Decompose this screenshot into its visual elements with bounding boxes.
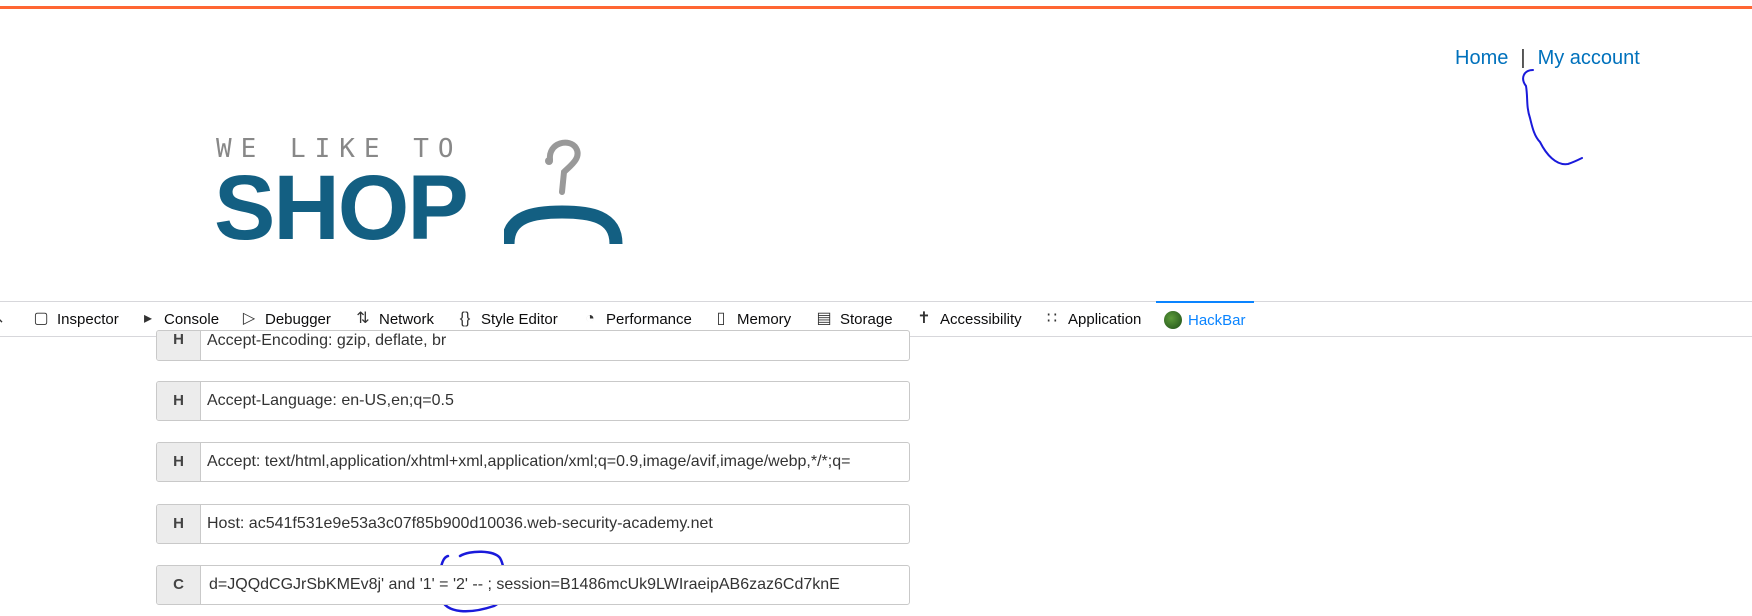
hanger-icon bbox=[504, 139, 623, 245]
header-type-badge: H bbox=[157, 443, 201, 481]
storage-icon: ▤ bbox=[816, 310, 832, 327]
shop-logo[interactable]: WE LIKE TO SHOP bbox=[214, 134, 664, 254]
top-nav: Home | My account bbox=[1455, 47, 1640, 70]
header-value-input[interactable]: Host: ac541f531e9e53a3c07f85b900d10036.w… bbox=[207, 505, 909, 543]
application-icon: ∷ bbox=[1046, 310, 1058, 327]
header-type-badge: H bbox=[157, 505, 201, 543]
header-value-input[interactable]: Accept-Language: en-US,en;q=0.5 bbox=[207, 382, 909, 420]
tab-application[interactable]: ∷ Application bbox=[1042, 302, 1141, 336]
network-icon: ⇅ bbox=[356, 310, 370, 327]
cookie-value-input[interactable]: d=JQQdCGJrSbKMEv8j' and '1' = '2' -- ; s… bbox=[209, 566, 909, 604]
header-row: H Accept-Encoding: gzip, deflate, br bbox=[156, 330, 910, 361]
home-link[interactable]: Home bbox=[1455, 47, 1508, 69]
accessibility-icon: ✝ bbox=[917, 310, 931, 327]
header-type-badge: H bbox=[157, 382, 201, 420]
inspector-icon: ▢ bbox=[33, 310, 49, 327]
header-value-input[interactable]: Accept: text/html,application/xhtml+xml,… bbox=[207, 443, 909, 481]
top-accent-bar bbox=[0, 6, 1752, 9]
cookie-type-badge: C bbox=[157, 566, 201, 604]
hackbar-icon bbox=[1164, 311, 1182, 329]
pick-element-tool[interactable]: ↖ bbox=[0, 302, 14, 336]
tab-inspector[interactable]: ▢ Inspector bbox=[31, 302, 118, 336]
style-editor-icon: {} bbox=[459, 310, 471, 327]
console-icon: ▸ bbox=[143, 310, 153, 327]
my-account-link[interactable]: My account bbox=[1538, 47, 1640, 69]
debugger-icon: ▷ bbox=[242, 310, 256, 327]
header-type-badge: H bbox=[157, 331, 201, 360]
nav-separator: | bbox=[1520, 47, 1526, 69]
memory-icon: ▯ bbox=[716, 310, 726, 327]
pick-element-icon: ↖ bbox=[0, 309, 8, 329]
header-value-input[interactable]: Accept-Encoding: gzip, deflate, br bbox=[207, 331, 909, 360]
header-row: H Accept-Language: en-US,en;q=0.5 bbox=[156, 381, 910, 421]
logo-word: SHOP bbox=[214, 157, 469, 259]
cookie-row: C d=JQQdCGJrSbKMEv8j' and '1' = '2' -- ;… bbox=[156, 565, 910, 605]
tab-accessibility[interactable]: ✝ Accessibility bbox=[914, 302, 1021, 336]
tab-hackbar[interactable]: HackBar bbox=[1156, 301, 1254, 337]
header-row: H Accept: text/html,application/xhtml+xm… bbox=[156, 442, 910, 482]
header-row: H Host: ac541f531e9e53a3c07f85b900d10036… bbox=[156, 504, 910, 544]
performance-icon: ◔ bbox=[585, 310, 595, 327]
